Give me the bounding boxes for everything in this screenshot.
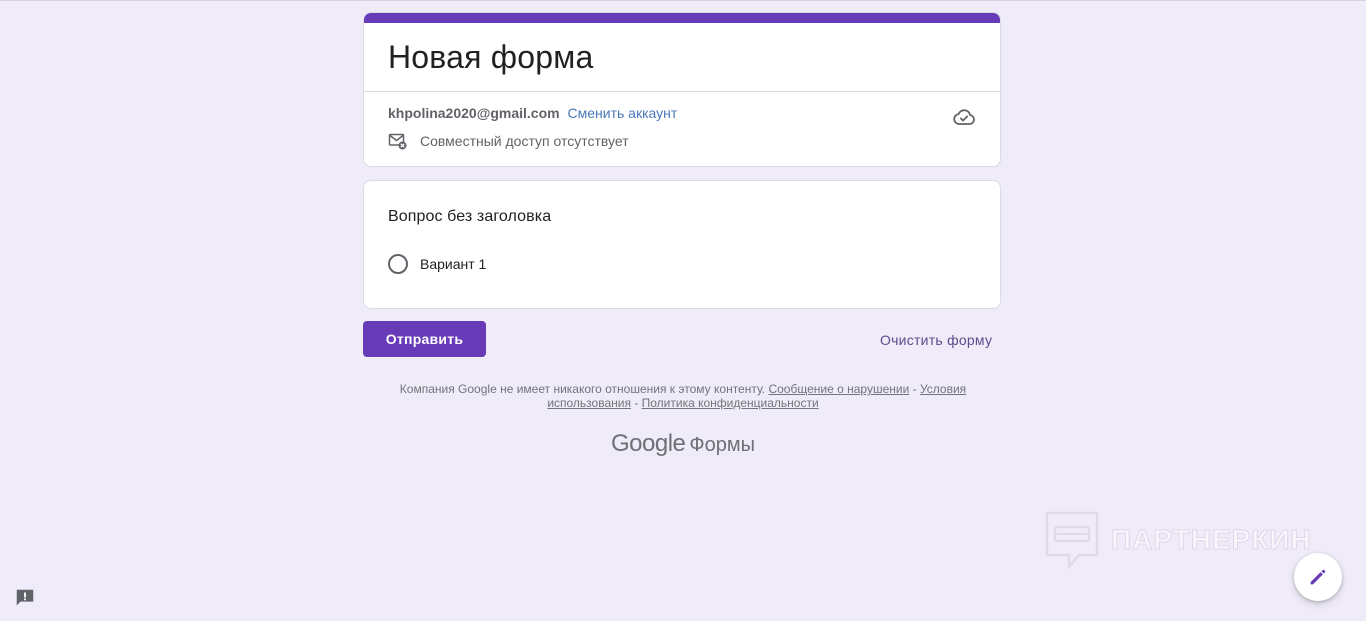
watermark: ПАРТНЕРКИН [1045, 511, 1312, 569]
account-line: khpolina2020@gmail.com Сменить аккаунт [388, 103, 677, 123]
cloud-check-icon [952, 105, 976, 129]
separator: - [909, 382, 920, 396]
radio-button[interactable] [388, 254, 408, 274]
account-email: khpolina2020@gmail.com [388, 105, 560, 121]
question-title: Вопрос без заголовка [388, 208, 552, 225]
disclaimer: Компания Google не имеет никакого отноше… [383, 382, 983, 410]
mail-off-icon [388, 131, 408, 151]
google-forms-logo[interactable]: Google Формы [0, 430, 1366, 458]
option-row[interactable]: Вариант 1 [388, 254, 486, 274]
submit-button[interactable]: Отправить [363, 321, 486, 357]
form-title: Новая форма [388, 39, 594, 75]
brand-google: Google [611, 430, 686, 457]
brand-forms: Формы [689, 434, 755, 456]
clear-form-button[interactable]: Очистить форму [872, 326, 1000, 354]
edit-button[interactable] [1294, 553, 1342, 601]
sharing-status: Совместный доступ отсутствует [388, 131, 629, 151]
report-abuse-link[interactable]: Сообщение о нарушении [768, 382, 909, 396]
watermark-text: ПАРТНЕРКИН [1111, 524, 1312, 556]
pencil-icon [1307, 566, 1329, 588]
form-header-card: Новая форма khpolina2020@gmail.com Смени… [363, 12, 1001, 167]
switch-account-link[interactable]: Сменить аккаунт [568, 105, 678, 121]
sharing-status-text: Совместный доступ отсутствует [420, 133, 629, 149]
privacy-link[interactable]: Политика конфиденциальности [642, 396, 819, 410]
feedback-icon[interactable] [14, 587, 36, 609]
separator: - [630, 396, 642, 410]
question-card: Вопрос без заголовка Вариант 1 [363, 180, 1001, 309]
header-divider [364, 91, 1000, 92]
top-border [0, 0, 1366, 1]
disclaimer-text: Компания Google не имеет никакого отноше… [399, 382, 766, 396]
option-label: Вариант 1 [420, 256, 487, 272]
header-accent-bar [364, 13, 1000, 23]
watermark-logo-icon [1045, 511, 1099, 569]
